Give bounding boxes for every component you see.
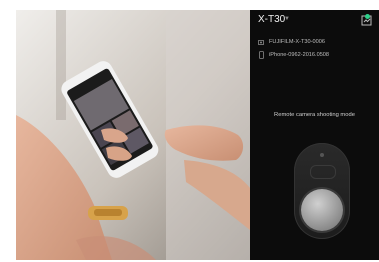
phone-icon <box>258 51 264 59</box>
camera-title[interactable]: X-T30 <box>258 14 285 25</box>
app-screen: X-T30 ▼ FUJIFILM-X-T30-0006 iPhone-0962-… <box>250 10 379 260</box>
app-header: X-T30 ▼ <box>250 10 379 30</box>
device-row-phone[interactable]: iPhone-0962-2016.0508 <box>258 49 329 61</box>
hand-holding-phone-illustration <box>16 10 250 260</box>
lifestyle-photo <box>16 10 250 260</box>
remote-mode-label: Remote camera shooting mode <box>274 112 355 118</box>
device-name: FUJIFILM-X-T30-0006 <box>269 39 325 45</box>
camera-icon <box>258 38 264 46</box>
shutter-control[interactable] <box>294 143 350 239</box>
settings-icon[interactable] <box>361 13 373 26</box>
mode-ring <box>310 165 336 179</box>
shutter-button[interactable] <box>301 189 343 231</box>
device-row-camera[interactable]: FUJIFILM-X-T30-0006 <box>258 36 325 48</box>
chevron-down-icon[interactable]: ▼ <box>284 16 290 22</box>
indicator-dot <box>320 153 324 157</box>
status-indicator <box>365 14 370 19</box>
device-name: iPhone-0962-2016.0508 <box>269 52 330 58</box>
